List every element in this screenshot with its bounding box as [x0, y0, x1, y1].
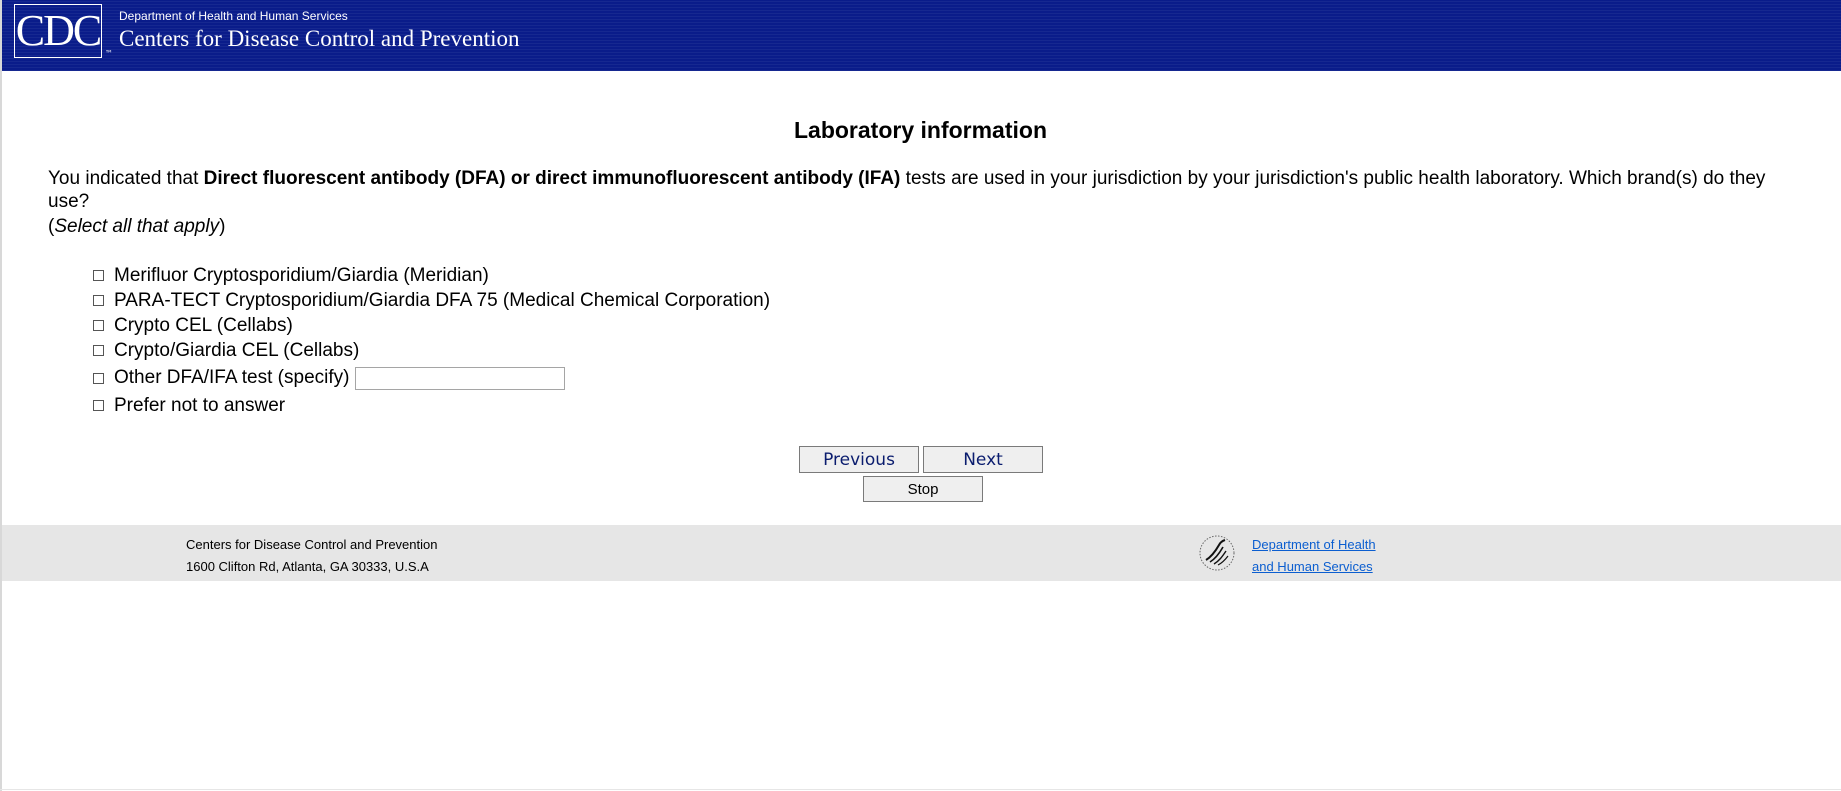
page-title: Laboratory information [793, 117, 1047, 143]
checkbox[interactable] [93, 320, 104, 331]
hhs-link-line2[interactable]: and Human Services [1252, 559, 1373, 574]
checkbox[interactable] [93, 372, 104, 384]
option-label: Crypto/Giardia CEL (Cellabs) [114, 339, 360, 361]
option-label: Merifluor Cryptosporidium/Giardia (Merid… [114, 264, 489, 286]
checkbox[interactable] [93, 400, 104, 411]
option-list: Merifluor Cryptosporidium/Giardia (Merid… [93, 263, 770, 418]
hhs-eagle-logo-icon [1199, 535, 1235, 571]
checkbox[interactable] [93, 295, 104, 306]
hhs-link-line1[interactable]: Department of Health [1252, 537, 1376, 552]
footer-street-address: 1600 Clifton Rd, Atlanta, GA 30333, U.S.… [186, 559, 429, 574]
next-button[interactable]: Next [923, 446, 1043, 473]
option-label: PARA-TECT Cryptosporidium/Giardia DFA 75… [114, 289, 771, 311]
question-emphasis: Direct fluorescent antibody (DFA) or dir… [203, 168, 901, 189]
page-footer: Centers for Disease Control and Preventi… [2, 525, 1841, 581]
footer-org-name: Centers for Disease Control and Preventi… [186, 537, 438, 552]
instruction-text: Select all that apply [54, 216, 220, 237]
option-para-tect[interactable]: PARA-TECT Cryptosporidium/Giardia DFA 75… [93, 288, 770, 313]
stop-button[interactable]: Stop [863, 476, 983, 502]
hhs-link: Department of Health and Human Services [1252, 534, 1376, 578]
select-instruction: (Select all that apply) [48, 215, 225, 238]
question-text: You indicated that Direct fluorescent an… [48, 167, 1808, 213]
cdc-logo[interactable]: CDC [14, 4, 102, 58]
cdc-header-banner: CDC ™ Department of Health and Human Ser… [2, 0, 1841, 71]
question-prefix: You indicated that [48, 168, 204, 189]
option-label: Other DFA/IFA test (specify) [114, 367, 350, 388]
option-label: Prefer not to answer [114, 394, 286, 416]
option-other[interactable]: Other DFA/IFA test (specify) [93, 363, 770, 393]
option-prefer-not-to-answer[interactable]: Prefer not to answer [93, 393, 770, 418]
option-crypto-cel[interactable]: Crypto CEL (Cellabs) [93, 313, 770, 338]
option-merifluor[interactable]: Merifluor Cryptosporidium/Giardia (Merid… [93, 263, 770, 288]
checkbox[interactable] [93, 345, 104, 356]
checkbox[interactable] [93, 270, 104, 281]
option-label: Crypto CEL (Cellabs) [114, 314, 293, 336]
department-name: Department of Health and Human Services [119, 9, 348, 23]
footer-address: Centers for Disease Control and Preventi… [186, 534, 437, 578]
previous-button[interactable]: Previous [799, 446, 919, 473]
instruction-close: ) [219, 216, 226, 237]
other-specify-input[interactable] [355, 366, 566, 390]
bottom-border [0, 789, 1841, 790]
option-crypto-giardia-cel[interactable]: Crypto/Giardia CEL (Cellabs) [93, 338, 770, 363]
logo-trademark: ™ [105, 49, 113, 58]
agency-name: Centers for Disease Control and Preventi… [119, 26, 520, 51]
